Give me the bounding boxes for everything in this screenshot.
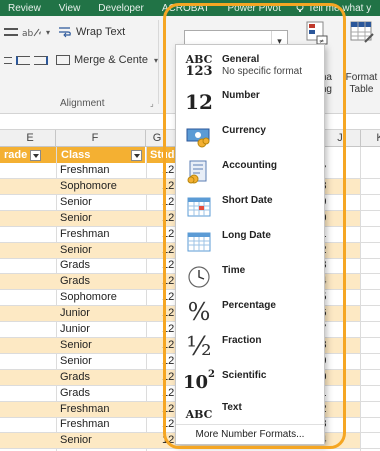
- filter-dropdown-icon[interactable]: [30, 149, 42, 161]
- class-cell[interactable]: Senior: [58, 354, 146, 369]
- column-header-f[interactable]: F: [85, 132, 105, 144]
- format-number[interactable]: 12 Number: [176, 85, 324, 119]
- align-bottom-row: Merge & Cente ▾: [4, 54, 158, 66]
- fraction-icon: ½: [186, 332, 212, 362]
- more-number-formats-link[interactable]: More Number Formats...: [176, 424, 324, 444]
- class-cell[interactable]: Senior: [58, 338, 146, 353]
- format-number-label: Number: [222, 90, 260, 101]
- class-cell[interactable]: Sophomore: [58, 179, 146, 194]
- class-cell[interactable]: Grads: [58, 386, 146, 401]
- number-icon: 12: [185, 90, 213, 114]
- tab-acrobat[interactable]: ACROBAT: [162, 3, 210, 14]
- format-time[interactable]: Time: [176, 260, 324, 294]
- calendar-icon: [186, 229, 212, 255]
- increase-indent-icon[interactable]: [34, 55, 48, 65]
- number-format-dropdown: ABC 123 General No specific format 12 Nu…: [175, 44, 325, 445]
- merge-center-button[interactable]: Merge & Cente: [74, 54, 148, 66]
- column-header-k[interactable]: K: [370, 132, 380, 144]
- class-cell[interactable]: Freshman: [58, 402, 146, 417]
- more-number-formats-label: More Number Formats...: [195, 429, 305, 440]
- header-class-label: Class: [61, 149, 91, 161]
- class-cell[interactable]: Grads: [58, 370, 146, 385]
- accounting-icon: [186, 159, 212, 185]
- decrease-indent-icon[interactable]: [16, 55, 30, 65]
- tab-review[interactable]: Review: [8, 3, 41, 14]
- format-general[interactable]: ABC 123 General No specific format: [176, 49, 324, 83]
- tab-power-pivot[interactable]: Power Pivot: [228, 3, 281, 14]
- calendar-icon: [186, 194, 212, 220]
- chevron-down-icon[interactable]: ▾: [46, 28, 50, 37]
- format-short-date-label: Short Date: [222, 195, 273, 206]
- merge-icon[interactable]: [56, 55, 70, 65]
- format-general-label: General: [222, 54, 260, 65]
- conditional-formatting-icon: ≠: [306, 21, 328, 45]
- align-top-row: ab ▾ Wrap Text: [4, 26, 125, 39]
- format-long-date-label: Long Date: [222, 230, 271, 241]
- group-separator: [158, 20, 159, 104]
- class-cell[interactable]: Senior: [58, 433, 146, 448]
- class-cell[interactable]: Grads: [58, 258, 146, 273]
- currency-icon: [186, 124, 212, 150]
- column-header-e[interactable]: E: [20, 132, 40, 144]
- format-percentage-label: Percentage: [222, 300, 276, 311]
- class-cell[interactable]: Freshman: [58, 163, 146, 178]
- clock-icon: [186, 264, 212, 290]
- class-cell[interactable]: Senior: [58, 243, 146, 258]
- class-cell[interactable]: Senior: [58, 195, 146, 210]
- general-icon: ABC 123: [185, 53, 213, 79]
- format-accounting[interactable]: Accounting: [176, 155, 324, 189]
- tab-developer[interactable]: Developer: [98, 3, 144, 14]
- format-fraction[interactable]: ½ Fraction: [176, 330, 324, 364]
- class-cell[interactable]: Senior: [58, 211, 146, 226]
- class-cell[interactable]: Freshman: [58, 227, 146, 242]
- dialog-launcher-icon[interactable]: ⌟: [150, 99, 154, 108]
- tab-view[interactable]: View: [59, 3, 81, 14]
- ribbon-tab-strip: Review View Developer ACROBAT Power Pivo…: [0, 0, 380, 16]
- format-as-table-icon: [350, 21, 374, 43]
- tell-me-box[interactable]: Tell me what y: [295, 3, 371, 14]
- align-right-icon[interactable]: [4, 56, 12, 64]
- scientific-icon: 10 2: [182, 369, 216, 393]
- format-as-table-label: Format: [345, 72, 378, 83]
- class-cell[interactable]: Junior: [58, 322, 146, 337]
- class-cell[interactable]: Freshman: [58, 417, 146, 432]
- format-currency-label: Currency: [222, 125, 266, 136]
- format-text-label: Text: [222, 402, 242, 413]
- column-separator: [145, 130, 146, 147]
- header-grade[interactable]: rade: [0, 147, 56, 163]
- class-cell[interactable]: Grads: [58, 274, 146, 289]
- percent-icon: %: [187, 298, 211, 326]
- column-header-g[interactable]: G: [147, 132, 167, 144]
- format-as-table-label-2: Table: [349, 84, 374, 95]
- format-currency[interactable]: Currency: [176, 120, 324, 154]
- class-cell[interactable]: Junior: [58, 306, 146, 321]
- header-class[interactable]: Class: [57, 147, 145, 163]
- format-percentage[interactable]: % Percentage: [176, 295, 324, 329]
- alignment-group-label: Alignment: [60, 98, 105, 109]
- format-long-date[interactable]: Long Date: [176, 225, 324, 259]
- wrap-text-button[interactable]: Wrap Text: [76, 26, 125, 38]
- svg-text:ab: ab: [22, 29, 34, 38]
- column-separator: [360, 130, 361, 147]
- class-cell[interactable]: Sophomore: [58, 290, 146, 305]
- format-fraction-label: Fraction: [222, 335, 262, 346]
- align-lines-icon[interactable]: [4, 28, 18, 36]
- format-general-sub: No specific format: [222, 66, 303, 77]
- format-accounting-label: Accounting: [222, 160, 277, 171]
- column-header-j[interactable]: J: [330, 132, 350, 144]
- format-as-table-button[interactable]: Format Table: [343, 20, 380, 96]
- orientation-icon[interactable]: ab: [22, 26, 42, 39]
- column-separator: [55, 130, 56, 147]
- lightbulb-icon: [296, 3, 304, 12]
- format-scientific-label: Scientific: [222, 370, 267, 381]
- filter-dropdown-icon[interactable]: [131, 149, 142, 161]
- wrap-text-icon[interactable]: [58, 26, 72, 38]
- format-short-date[interactable]: Short Date: [176, 190, 324, 224]
- tell-me-text: Tell me what y: [307, 2, 372, 14]
- format-scientific[interactable]: 10 2 Scientific: [176, 365, 324, 399]
- header-grade-label: rade: [4, 149, 28, 161]
- format-time-label: Time: [222, 265, 246, 276]
